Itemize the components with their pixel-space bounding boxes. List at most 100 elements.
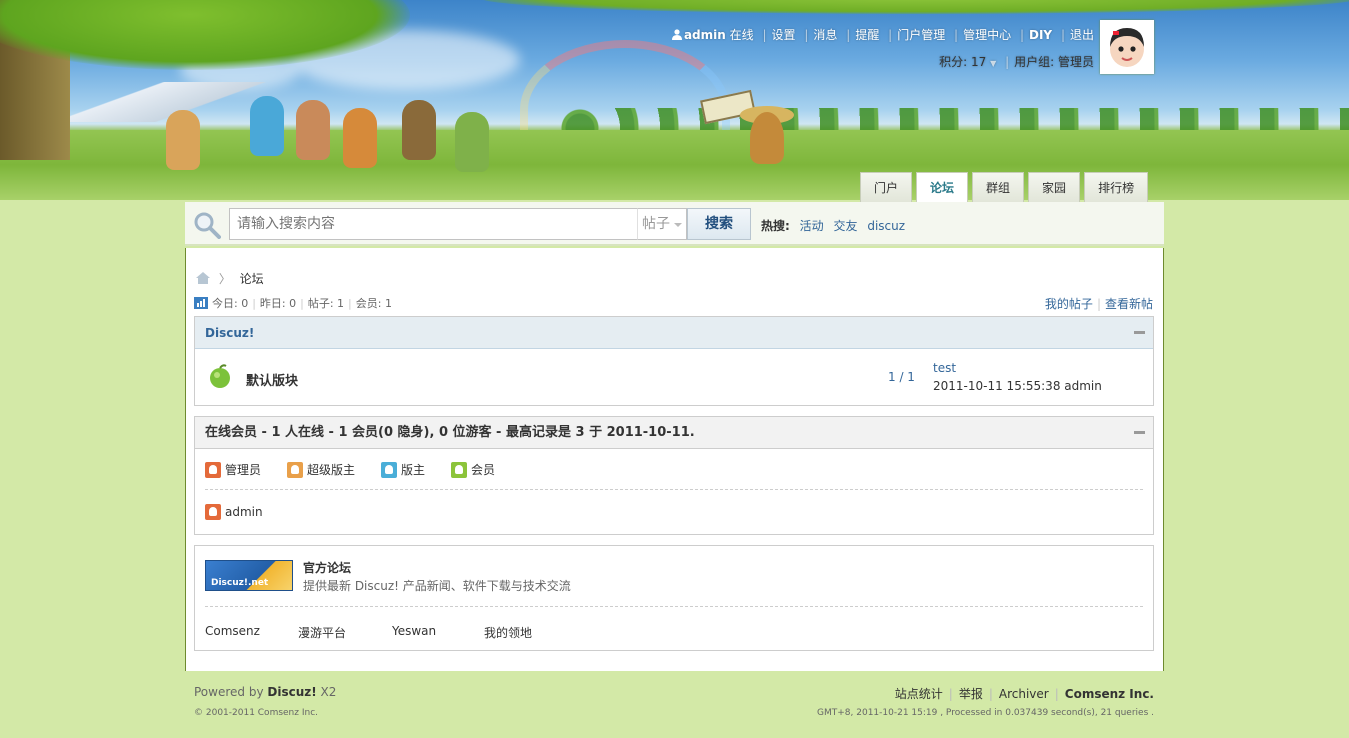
online-status: 在线 [729,28,754,42]
credits-link[interactable]: 积分: 17 [939,55,986,69]
legend-item: 管理员 [205,461,261,478]
discuz-logo[interactable]: Discuz!.net [205,560,293,591]
tab-groups[interactable]: 群组 [972,172,1025,202]
online-user: admin [205,504,263,520]
collapse-icon[interactable] [1134,431,1145,434]
search-input[interactable] [229,208,638,240]
chevron-right-icon: 〉 [218,272,231,286]
search-bar: 帖子 搜索 热搜: 活动 交友 discuz [185,202,1164,246]
admin-center-link[interactable]: 管理中心 [963,28,1011,42]
child-figure [343,108,377,168]
avatar[interactable] [1100,20,1154,74]
site-stats-link[interactable]: 站点统计 [895,687,943,701]
divider [205,489,1143,490]
hot-term-link[interactable]: discuz [867,219,905,233]
child-figure [455,112,489,172]
child-figure [402,100,436,160]
legend-label: 超级版主 [307,463,356,477]
admin-user-icon [205,461,221,478]
hot-term-link[interactable]: 交友 [833,219,857,233]
official-forum-link[interactable]: 官方论坛 [303,559,351,576]
tab-home[interactable]: 家园 [1028,172,1081,202]
search-type-select[interactable]: 帖子 [637,208,687,240]
official-forum-description: 提供最新 Discuz! 产品新闻、软件下载与技术交流 [303,579,571,593]
logout-link[interactable]: 退出 [1070,28,1094,42]
stat-today: 今日: 0 [212,297,249,310]
new-posts-link[interactable]: 查看新帖 [1105,297,1153,311]
legend-item: 会员 [451,461,495,478]
settings-link[interactable]: 设置 [772,28,796,42]
text-link[interactable]: 我的领地 [484,624,532,641]
powered-by: Powered by Discuz! X2 [194,685,336,699]
online-user-link[interactable]: admin [225,505,263,519]
stat-members: 会员: 1 [355,297,392,310]
legend-item: 版主 [381,461,425,478]
search-icon [194,212,221,239]
legend-item: 超级版主 [287,461,355,478]
forum-category: Discuz! 默认版块 1 / 1 test 2011-10-11 15:55… [194,316,1154,406]
user-legend: 管理员 超级版主 版主 会员 [205,461,495,478]
stat-posts: 帖子: 1 [307,297,345,310]
apple-icon [210,364,230,388]
user-icon [671,29,682,40]
child-figure [250,96,284,156]
text-link[interactable]: Yeswan [392,624,484,641]
main-content: 〉 论坛 今日: 0 | 昨日: 0 | 帖子: 1 | 会员: 1 我的帖子 | 查看新帖 D… [185,248,1164,671]
breadcrumb-current: 论坛 [239,272,264,286]
legend-label: 管理员 [225,463,262,477]
avatar-face-icon [1102,22,1152,72]
forum-counts: 1 / 1 [888,370,915,384]
bar-chart-icon [194,297,208,309]
top-links: 我的帖子 | 查看新帖 [1044,297,1153,311]
powered-prefix: Powered by [194,685,268,699]
search-type-label: 帖子 [642,216,670,232]
online-title[interactable]: 在线会员 - 1 人在线 - 1 会员(0 隐身), 0 位游客 - 最高记录是… [195,417,1153,449]
report-link[interactable]: 举报 [959,687,983,701]
friend-links: Discuz!.net 官方论坛 提供最新 Discuz! 产品新闻、软件下载与… [194,545,1154,651]
last-post-info: 2011-10-11 15:55:38 admin [933,379,1102,393]
online-members: 在线会员 - 1 人在线 - 1 会员(0 隐身), 0 位游客 - 最高记录是… [194,416,1154,535]
company-link[interactable]: Comsenz Inc. [1065,687,1154,701]
usergroup-link[interactable]: 用户组: 管理员 [1014,55,1094,69]
text-link[interactable]: 漫游平台 [298,624,392,641]
home-icon[interactable] [196,272,210,284]
child-figure [166,110,200,170]
stat-yesterday: 昨日: 0 [259,297,297,310]
user-info: 积分: 17 ▼ | 用户组: 管理员 [939,55,1094,69]
text-link[interactable]: Comsenz [205,624,298,641]
breadcrumb: 〉 论坛 [196,270,264,287]
child-figure [296,100,330,160]
discuz-link[interactable]: Discuz! [267,685,316,699]
scarecrow-decoration [750,112,784,164]
hot-term-link[interactable]: 活动 [800,219,824,233]
search-button[interactable]: 搜索 [687,208,751,240]
last-post-link[interactable]: test [933,361,956,375]
diy-link[interactable]: DIY [1029,28,1052,42]
divider [205,606,1143,607]
legend-label: 会员 [471,463,496,477]
my-posts-link[interactable]: 我的帖子 [1045,297,1093,311]
forum-name-link[interactable]: 默认版块 [246,370,298,389]
forum-stats: 今日: 0 | 昨日: 0 | 帖子: 1 | 会员: 1 [194,295,392,311]
tab-ranking[interactable]: 排行榜 [1084,172,1149,202]
username-link[interactable]: admin [684,28,726,42]
archiver-link[interactable]: Archiver [999,687,1049,701]
version: X2 [316,685,337,699]
notifications-link[interactable]: 提醒 [855,28,879,42]
collapse-icon[interactable] [1134,331,1145,334]
messages-link[interactable]: 消息 [813,28,837,42]
copyright: © 2001-2011 Comsenz Inc. [194,708,319,718]
super-moderator-user-icon [287,461,304,478]
debug-info: GMT+8, 2011-10-21 15:19 , Processed in 0… [817,708,1154,718]
footer-links: 站点统计 | 举报 | Archiver | Comsenz Inc. [894,687,1154,701]
user-nav: admin 在线 | 设置 | 消息 | 提醒 | 门户管理 | 管理中心 | DIY | 退… [671,26,1094,42]
logo-text: Discuz!.net [211,578,269,588]
category-title[interactable]: Discuz! [195,317,1153,349]
tab-portal[interactable]: 门户 [860,172,913,202]
member-user-icon [451,461,468,478]
portal-admin-link[interactable]: 门户管理 [897,28,945,42]
chevron-down-icon [674,223,682,227]
tab-forum[interactable]: 论坛 [916,172,969,202]
legend-label: 版主 [401,463,426,477]
admin-user-icon [205,504,221,520]
